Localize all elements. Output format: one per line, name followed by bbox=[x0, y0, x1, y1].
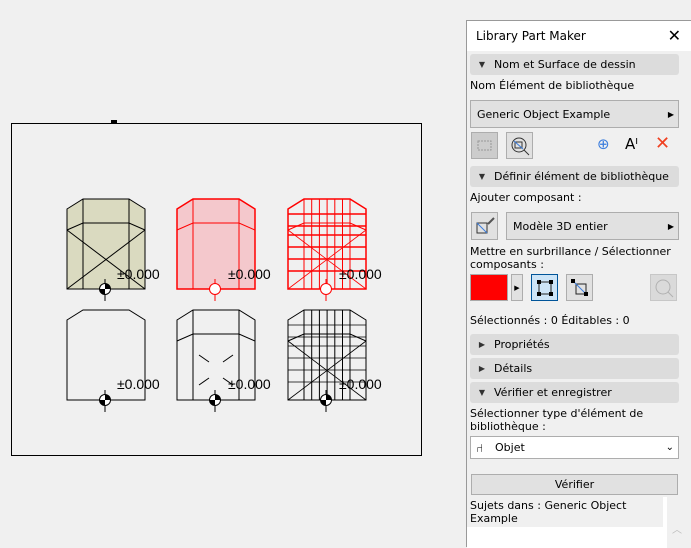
caret-down-icon: ▼ bbox=[478, 388, 486, 397]
chevron-right-icon: ▶ bbox=[667, 221, 674, 231]
zoom-icon bbox=[655, 279, 673, 297]
component-dropdown[interactable]: Modèle 3D entier ▶ bbox=[506, 212, 679, 240]
name-field[interactable]: Generic Object Example ▶ bbox=[470, 100, 679, 128]
highlight-label: Mettre en surbrillance / Sélectionner bbox=[470, 245, 671, 258]
component-value: Modèle 3D entier bbox=[513, 219, 608, 233]
type-label-2: bibliothèque : bbox=[470, 420, 546, 433]
select-box-button[interactable] bbox=[531, 274, 558, 301]
add-circle-icon[interactable]: ⊕ bbox=[597, 135, 610, 153]
name-value: Generic Object Example bbox=[477, 107, 611, 121]
section-label: Nom et Surface de dessin bbox=[494, 58, 636, 71]
chevron-down-icon: ⌄ bbox=[665, 442, 674, 453]
elevation-label: ±0.000 bbox=[228, 266, 271, 282]
subjects-list[interactable]: Sujets dans : Generic Object Example ︿ bbox=[467, 497, 682, 548]
section-label: Propriétés bbox=[494, 338, 550, 351]
frame-marker bbox=[111, 120, 117, 123]
text-tool-icon[interactable]: Aᴵ bbox=[625, 135, 638, 153]
caret-down-icon: ▼ bbox=[478, 172, 486, 181]
library-part-view bbox=[66, 198, 146, 301]
type-value: Objet bbox=[495, 441, 525, 454]
highlight-label-2: composants : bbox=[470, 258, 544, 271]
library-part-maker-panel: Library Part Maker ✕ ▼ Nom et Surface de … bbox=[466, 20, 691, 548]
verify-button[interactable]: Vérifier bbox=[471, 474, 678, 495]
add-drawing-area-button[interactable] bbox=[471, 132, 498, 159]
section-verifier[interactable]: ▼ Vérifier et enregistrer bbox=[470, 382, 679, 403]
pick-component-button[interactable] bbox=[471, 212, 498, 240]
section-definir[interactable]: ▼ Définir élément de bibliothèque bbox=[470, 166, 679, 187]
select-diagonal-button[interactable] bbox=[566, 274, 593, 301]
section-details[interactable]: ▶ Détails bbox=[470, 358, 679, 379]
zoom-selection-button[interactable] bbox=[650, 274, 677, 301]
elevation-label: ±0.000 bbox=[117, 266, 160, 282]
delete-icon[interactable]: ✕ bbox=[655, 133, 670, 154]
type-select[interactable]: ⑁ Objet ⌄ bbox=[470, 436, 679, 459]
name-label: Nom Élément de bibliothèque bbox=[470, 79, 635, 92]
library-part-view bbox=[287, 309, 367, 412]
selection-count: Sélectionnés : 0 Éditables : 0 bbox=[470, 314, 630, 327]
add-component-label: Ajouter composant : bbox=[470, 191, 582, 204]
chair-icon: ⑁ bbox=[476, 440, 484, 455]
section-nom-surface[interactable]: ▼ Nom et Surface de dessin bbox=[470, 54, 679, 75]
section-proprietes[interactable]: ▶ Propriétés bbox=[470, 334, 679, 355]
close-icon[interactable]: ✕ bbox=[668, 26, 681, 45]
section-label: Vérifier et enregistrer bbox=[494, 386, 612, 399]
select-element-icon bbox=[570, 278, 588, 296]
origin-hotspot-icon[interactable] bbox=[320, 390, 332, 412]
section-label: Définir élément de bibliothèque bbox=[494, 170, 669, 183]
subjects-header: Sujets dans : Generic Object Example bbox=[467, 497, 663, 527]
panel-titlebar: Library Part Maker ✕ bbox=[467, 21, 691, 51]
caret-down-icon: ▼ bbox=[478, 60, 486, 69]
chevron-right-icon: ▶ bbox=[667, 109, 674, 119]
verify-label: Vérifier bbox=[554, 478, 595, 491]
color-picker-arrow[interactable]: ▶ bbox=[511, 274, 523, 301]
elevation-label: ±0.000 bbox=[339, 376, 382, 392]
elevation-label: ±0.000 bbox=[117, 376, 160, 392]
origin-hotspot-icon[interactable] bbox=[99, 390, 111, 412]
section-label: Détails bbox=[494, 362, 533, 375]
origin-hotspot-icon[interactable] bbox=[209, 390, 221, 412]
elevation-label: ±0.000 bbox=[228, 376, 271, 392]
library-part-view bbox=[66, 309, 146, 412]
elevation-label: ±0.000 bbox=[339, 266, 382, 282]
highlight-color-swatch[interactable] bbox=[470, 274, 508, 301]
scroll-up-icon[interactable]: ︿ bbox=[672, 521, 682, 536]
library-part-view bbox=[287, 198, 367, 301]
library-part-view bbox=[176, 309, 256, 412]
origin-hotspot-icon[interactable] bbox=[320, 279, 332, 301]
type-label: Sélectionner type d'élément de bbox=[470, 407, 644, 420]
caret-right-icon: ▶ bbox=[478, 340, 486, 349]
zoom-icon bbox=[511, 137, 529, 155]
bounding-box-icon bbox=[536, 279, 553, 296]
rectangle-add-icon bbox=[477, 140, 491, 150]
drawing-canvas[interactable]: ±0.000 ±0.000 ±0.000 ±0.000 ±0.000 ±0.00… bbox=[0, 0, 460, 547]
library-part-view bbox=[176, 198, 256, 301]
pick-element-icon bbox=[476, 217, 495, 234]
caret-right-icon: ▶ bbox=[478, 364, 486, 373]
panel-title: Library Part Maker bbox=[476, 29, 586, 43]
zoom-to-drawing-button[interactable] bbox=[506, 132, 533, 159]
